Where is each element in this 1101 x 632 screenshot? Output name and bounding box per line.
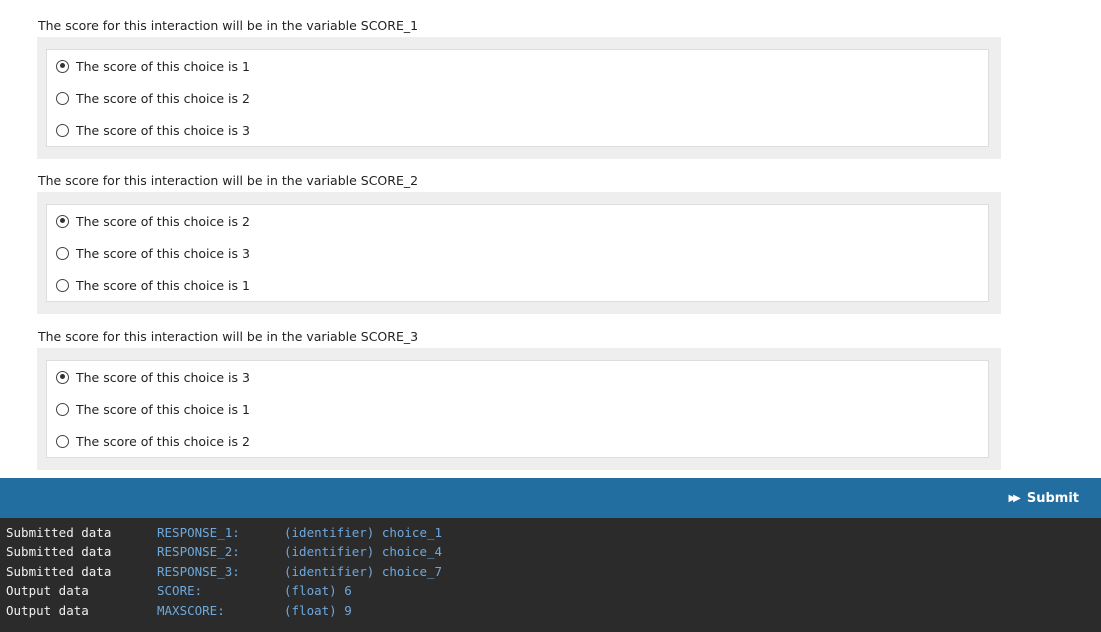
choice-option[interactable]: The score of this choice is 1 [56, 56, 250, 76]
console-row-key: MAXSCORE: [157, 603, 225, 618]
choice-label: The score of this choice is 2 [76, 213, 250, 229]
console-row-type: Output data [6, 583, 89, 598]
item-body: The score for this interaction will be i… [0, 0, 1101, 478]
console-row-key: SCORE: [157, 583, 203, 598]
choice-list: The score of this choice is 3 The score … [46, 360, 989, 458]
console-row-type: Submitted data [6, 564, 112, 579]
choice-option[interactable]: The score of this choice is 3 [56, 120, 250, 140]
choice-list: The score of this choice is 2 The score … [46, 204, 989, 302]
fast-forward-icon: ▶▶ [1008, 492, 1021, 504]
action-toolbar: ▶▶ Submit [0, 478, 1101, 518]
choice-interaction: The score of this choice is 3 The score … [37, 348, 1001, 470]
choice-list: The score of this choice is 1 The score … [46, 49, 989, 147]
console-row-key: RESPONSE_3: [157, 564, 240, 579]
radio-unchecked-icon[interactable] [56, 123, 69, 137]
choice-option[interactable]: The score of this choice is 1 [56, 399, 250, 419]
choice-option[interactable]: The score of this choice is 3 [56, 367, 250, 387]
console-row-key: RESPONSE_1: [157, 525, 240, 540]
choice-label: The score of this choice is 3 [76, 245, 250, 261]
radio-unchecked-icon[interactable] [56, 434, 69, 448]
choice-option[interactable]: The score of this choice is 3 [56, 243, 250, 263]
choice-option[interactable]: The score of this choice is 2 [56, 211, 250, 231]
interaction-prompt: The score for this interaction will be i… [38, 18, 419, 33]
choice-interaction: The score of this choice is 1 The score … [37, 37, 1001, 159]
submit-button[interactable]: ▶▶ Submit [1008, 488, 1079, 508]
console-row-value: (identifier) choice_7 [284, 564, 443, 579]
radio-unchecked-icon[interactable] [56, 91, 69, 105]
console-row-type: Output data [6, 603, 89, 618]
choice-label: The score of this choice is 1 [76, 277, 250, 293]
choice-option[interactable]: The score of this choice is 2 [56, 431, 250, 451]
console-row: Output data SCORE: (float) 6 [0, 583, 1101, 602]
console-row-value: (identifier) choice_4 [284, 544, 443, 559]
console-row-key: RESPONSE_2: [157, 544, 240, 559]
console-row: Submitted data RESPONSE_1: (identifier) … [0, 525, 1101, 544]
radio-unchecked-icon[interactable] [56, 246, 69, 260]
console-row: Output data MAXSCORE: (float) 9 [0, 603, 1101, 622]
console-row: Submitted data RESPONSE_3: (identifier) … [0, 564, 1101, 583]
choice-label: The score of this choice is 3 [76, 122, 250, 138]
console-row-value: (identifier) choice_1 [284, 525, 443, 540]
choice-label: The score of this choice is 2 [76, 90, 250, 106]
console-row-type: Submitted data [6, 525, 112, 540]
choice-interaction: The score of this choice is 2 The score … [37, 192, 1001, 314]
interaction-prompt: The score for this interaction will be i… [38, 173, 419, 188]
radio-checked-icon[interactable] [56, 370, 69, 384]
choice-label: The score of this choice is 1 [76, 58, 250, 74]
choice-option[interactable]: The score of this choice is 2 [56, 88, 250, 108]
radio-checked-icon[interactable] [56, 214, 69, 228]
console-row-value: (float) 6 [284, 583, 352, 598]
choice-label: The score of this choice is 3 [76, 369, 250, 385]
console-row-value: (float) 9 [284, 603, 352, 618]
choice-option[interactable]: The score of this choice is 1 [56, 275, 250, 295]
console-row-type: Submitted data [6, 544, 112, 559]
choice-label: The score of this choice is 1 [76, 401, 250, 417]
choice-label: The score of this choice is 2 [76, 433, 250, 449]
output-console: Submitted data RESPONSE_1: (identifier) … [0, 518, 1101, 632]
console-row: Submitted data RESPONSE_2: (identifier) … [0, 544, 1101, 563]
radio-unchecked-icon[interactable] [56, 278, 69, 292]
interaction-prompt: The score for this interaction will be i… [38, 329, 419, 344]
submit-label: Submit [1026, 490, 1079, 506]
radio-unchecked-icon[interactable] [56, 402, 69, 416]
radio-checked-icon[interactable] [56, 59, 69, 73]
